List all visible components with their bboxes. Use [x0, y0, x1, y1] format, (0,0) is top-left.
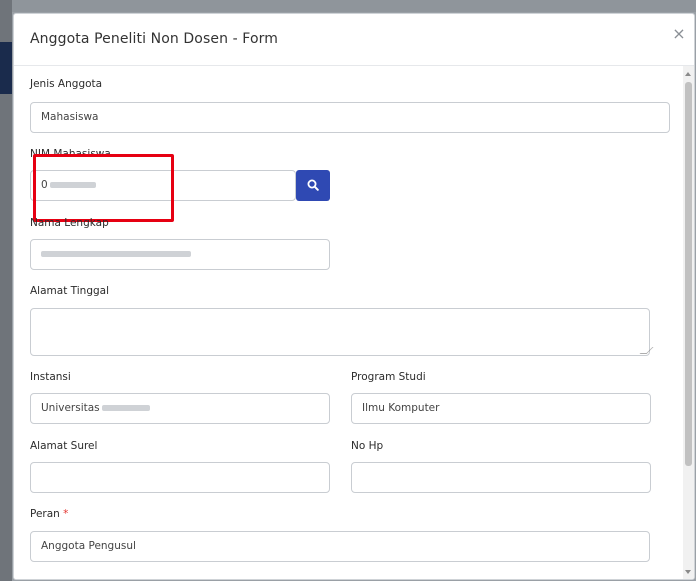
jenis-anggota-field[interactable]: Mahasiswa [30, 102, 670, 133]
no-hp-label: No Hp [351, 440, 384, 452]
peran-field[interactable]: Anggota Pengusul [30, 531, 650, 562]
nim-value: 0 [41, 179, 48, 191]
instansi-field[interactable]: Universitas [30, 393, 330, 424]
instansi-value: Universitas [41, 402, 100, 414]
nama-lengkap-label: Nama Lengkap [30, 217, 109, 229]
redacted-text [41, 251, 191, 257]
jenis-anggota-label: Jenis Anggota [30, 78, 103, 90]
alamat-tinggal-label: Alamat Tinggal [30, 285, 109, 297]
search-icon [307, 179, 319, 191]
backdrop-navbar-fragment [0, 42, 12, 94]
close-icon[interactable]: × [670, 25, 688, 43]
modal-title: Anggota Peneliti Non Dosen - Form [30, 31, 278, 47]
backdrop-left-strip [0, 0, 12, 581]
nim-mahasiswa-field[interactable]: 0 [30, 170, 296, 201]
nama-lengkap-field[interactable] [30, 239, 330, 270]
no-hp-field[interactable] [351, 462, 651, 493]
alamat-surel-label: Alamat Surel [30, 440, 98, 452]
program-studi-label: Program Studi [351, 371, 426, 383]
scrollbar[interactable] [683, 66, 694, 579]
program-studi-field[interactable]: Ilmu Komputer [351, 393, 651, 424]
scroll-down-arrow-icon[interactable] [685, 570, 691, 574]
modal-header: Anggota Peneliti Non Dosen - Form × [14, 14, 694, 66]
alamat-surel-field[interactable] [30, 462, 330, 493]
required-marker: * [63, 508, 69, 520]
redacted-text [49, 182, 96, 188]
peran-label-text: Peran [30, 508, 60, 520]
instansi-label: Instansi [30, 371, 71, 383]
alamat-tinggal-textarea[interactable] [30, 308, 650, 356]
scrollbar-thumb[interactable] [685, 82, 692, 466]
scroll-up-arrow-icon[interactable] [685, 72, 691, 76]
peran-label: Peran * [30, 508, 68, 520]
search-button[interactable] [296, 170, 330, 201]
nim-mahasiswa-label: NIM Mahasiswa [30, 148, 111, 160]
redacted-text [101, 405, 150, 411]
modal-dialog: Anggota Peneliti Non Dosen - Form × Jeni… [13, 13, 695, 580]
backdrop-top [12, 0, 696, 12]
